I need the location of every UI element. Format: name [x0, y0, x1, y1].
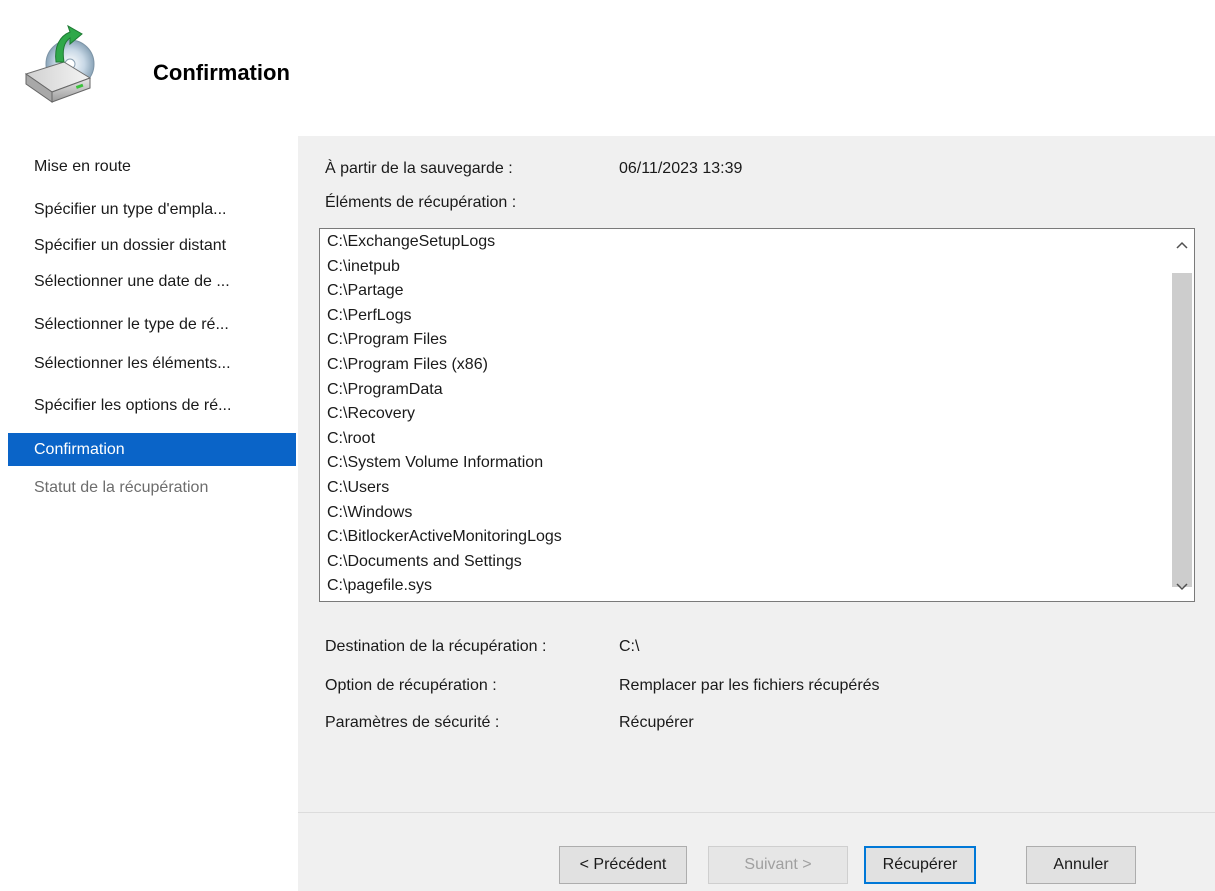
wizard-footer: < Précédent Suivant > Récupérer Annuler — [298, 812, 1215, 891]
sidebar-item-options[interactable]: Spécifier les options de ré... — [8, 389, 296, 422]
backup-value: 06/11/2023 13:39 — [619, 160, 743, 177]
page-title: Confirmation — [153, 60, 290, 85]
wizard-header: Confirmation — [8, 0, 1215, 136]
sidebar-item-type-recuperation[interactable]: Sélectionner le type de ré... — [8, 308, 296, 341]
confirmation-panel: À partir de la sauvegarde : 06/11/2023 1… — [298, 136, 1215, 812]
list-item[interactable]: C:\ProgramData — [327, 378, 562, 403]
sidebar-item-mise-en-route[interactable]: Mise en route — [8, 150, 296, 183]
next-button: Suivant > — [708, 846, 848, 884]
list-item[interactable]: C:\root — [327, 427, 562, 452]
list-item[interactable]: C:\inetpub — [327, 255, 562, 280]
items-label: Éléments de récupération : — [325, 194, 517, 211]
wizard-steps-sidebar: Mise en route Spécifier un type d'empla.… — [8, 136, 296, 890]
list-item[interactable]: C:\Recovery — [327, 402, 562, 427]
sidebar-item-date[interactable]: Sélectionner une date de ... — [8, 265, 296, 298]
recover-button[interactable]: Récupérer — [864, 846, 976, 884]
sidebar-item-type-emplacement[interactable]: Spécifier un type d'empla... — [8, 193, 296, 226]
scroll-up-icon[interactable] — [1170, 233, 1194, 257]
backup-restore-drive-icon — [20, 22, 100, 110]
sidebar-item-confirmation[interactable]: Confirmation — [8, 433, 296, 466]
scroll-thumb[interactable] — [1172, 273, 1192, 587]
list-item[interactable]: C:\System Volume Information — [327, 451, 562, 476]
option-label: Option de récupération : — [325, 677, 497, 694]
recovery-items-list[interactable]: C:\ExchangeSetupLogs C:\inetpub C:\Partage… — [319, 228, 1195, 602]
scroll-down-icon[interactable] — [1170, 575, 1194, 599]
recovery-items-container: C:\ExchangeSetupLogs C:\inetpub C:\Partage… — [327, 230, 562, 599]
list-item[interactable]: C:\ExchangeSetupLogs — [327, 230, 562, 255]
destination-label: Destination de la récupération : — [325, 638, 547, 655]
security-label: Paramètres de sécurité : — [325, 714, 500, 731]
option-value: Remplacer par les fichiers récupérés — [619, 677, 880, 694]
list-item[interactable]: C:\Documents and Settings — [327, 550, 562, 575]
list-item[interactable]: C:\Partage — [327, 279, 562, 304]
list-item[interactable]: C:\Program Files (x86) — [327, 353, 562, 378]
previous-button[interactable]: < Précédent — [559, 846, 687, 884]
sidebar-item-elements[interactable]: Sélectionner les éléments... — [8, 347, 296, 380]
list-item[interactable]: C:\BitlockerActiveMonitoringLogs — [327, 525, 562, 550]
list-item[interactable]: C:\pagefile.sys — [327, 574, 562, 599]
security-value: Récupérer — [619, 714, 694, 731]
list-item[interactable]: C:\Users — [327, 476, 562, 501]
backup-label: À partir de la sauvegarde : — [325, 160, 513, 177]
list-item[interactable]: C:\Windows — [327, 501, 562, 526]
sidebar-item-dossier-distant[interactable]: Spécifier un dossier distant — [8, 229, 296, 262]
vertical-scrollbar[interactable] — [1170, 229, 1194, 601]
cancel-button[interactable]: Annuler — [1026, 846, 1136, 884]
list-item[interactable]: C:\PerfLogs — [327, 304, 562, 329]
list-item[interactable]: C:\Program Files — [327, 328, 562, 353]
destination-value: C:\ — [619, 638, 640, 655]
sidebar-item-statut: Statut de la récupération — [34, 479, 209, 496]
